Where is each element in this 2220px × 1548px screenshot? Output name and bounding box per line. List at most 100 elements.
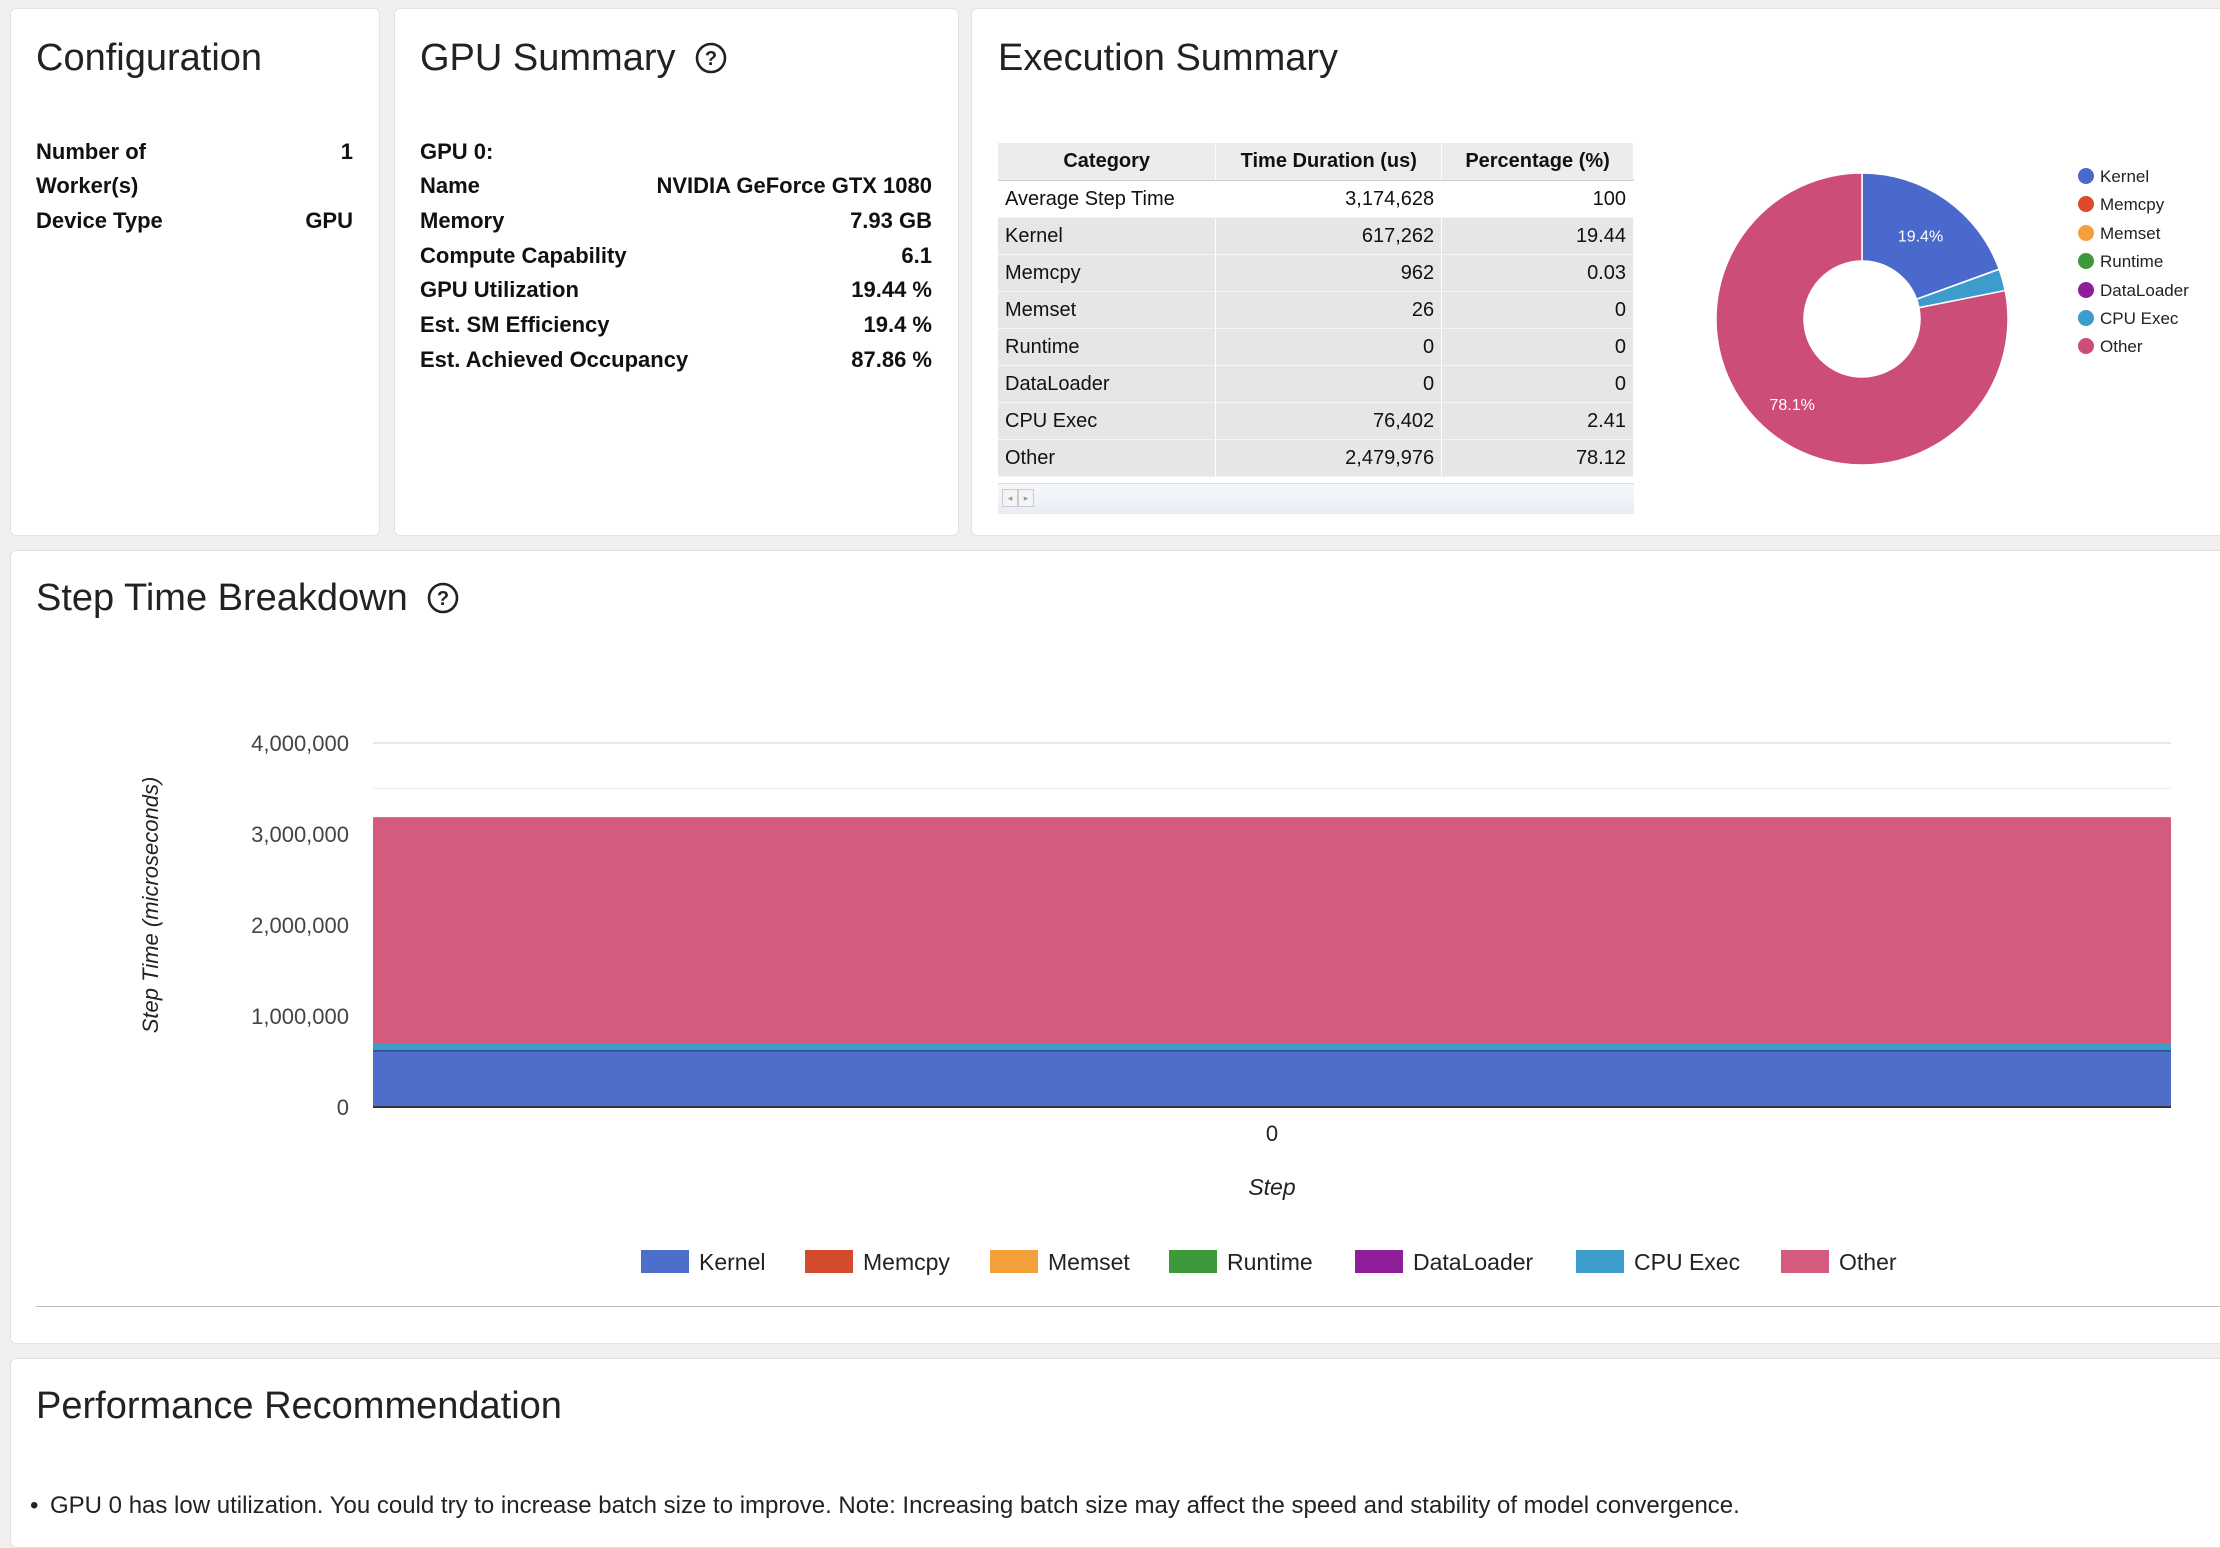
column-header-duration[interactable]: Time Duration (us) bbox=[1215, 143, 1443, 181]
table-cell: Runtime bbox=[998, 328, 1217, 366]
gpu-summary-title-row: GPU Summary ? bbox=[420, 37, 728, 80]
table-cell: 0 bbox=[1215, 328, 1443, 366]
legend-label: Runtime bbox=[1227, 1249, 1313, 1275]
area-kernel[interactable] bbox=[373, 1050, 2171, 1107]
table-cell: CPU Exec bbox=[998, 402, 1217, 440]
table-cell: 0 bbox=[1215, 365, 1443, 403]
legend-label: Other bbox=[1839, 1249, 1897, 1275]
pie-label: 78.1% bbox=[1770, 397, 1815, 414]
table-cell: 0.03 bbox=[1441, 254, 1634, 292]
gpu-value-compute: 6.1 bbox=[901, 243, 932, 268]
gpu-label-sm-efficiency: Est. SM Efficiency bbox=[420, 312, 610, 337]
area-cpu-exec[interactable] bbox=[373, 1043, 2171, 1051]
config-value-device-type: GPU bbox=[305, 208, 353, 233]
table-horizontal-scrollbar[interactable]: ◂ ▸ bbox=[998, 483, 1634, 514]
pie-legend-item[interactable]: Kernel bbox=[2078, 167, 2149, 187]
question-circle-icon[interactable]: ? bbox=[694, 41, 728, 75]
table-cell: 0 bbox=[1441, 291, 1634, 329]
legend-swatch bbox=[1169, 1250, 1217, 1274]
pie-legend-item[interactable]: Other bbox=[2078, 337, 2143, 357]
table-cell: 26 bbox=[1215, 291, 1443, 329]
x-axis-title: Step bbox=[1248, 1174, 1296, 1200]
gpu-label-compute: Compute Capability bbox=[420, 243, 627, 268]
table-cell: Memcpy bbox=[998, 254, 1217, 292]
legend-label: Memcpy bbox=[863, 1249, 950, 1275]
table-cell: DataLoader bbox=[998, 365, 1217, 403]
table-cell: 0 bbox=[1441, 365, 1634, 403]
scroll-right-button[interactable]: ▸ bbox=[1018, 489, 1034, 507]
y-axis-title: Step Time (microseconds) bbox=[138, 777, 163, 1034]
legend-dot bbox=[2078, 224, 2094, 241]
step-time-card: Step Time Breakdown ? 0 1,000,000 2,000,00… bbox=[10, 550, 2220, 1344]
y-tick-label: 0 bbox=[337, 1095, 349, 1120]
scroll-left-button[interactable]: ◂ bbox=[1002, 489, 1018, 507]
execution-summary-card: Execution Summary Category Time Duration… bbox=[971, 8, 2220, 536]
table-cell: 0 bbox=[1441, 328, 1634, 366]
table-cell: 78.12 bbox=[1441, 439, 1634, 477]
legend-dot bbox=[2078, 310, 2094, 327]
legend-label: CPU Exec bbox=[1634, 1249, 1741, 1275]
y-tick-label: 4,000,000 bbox=[251, 731, 349, 756]
legend-dot bbox=[2078, 253, 2094, 270]
x-tick-label: 0 bbox=[1266, 1121, 1278, 1146]
legend-swatch bbox=[1355, 1250, 1403, 1274]
step-time-title: Step Time Breakdown bbox=[36, 577, 408, 619]
table-cell: 617,262 bbox=[1215, 217, 1443, 255]
gpu-value-name: NVIDIA GeForce GTX 1080 bbox=[656, 173, 932, 198]
step-time-title-row: Step Time Breakdown ? bbox=[36, 577, 460, 620]
table-cell: 19.44 bbox=[1441, 217, 1634, 255]
table-cell: 3,174,628 bbox=[1215, 180, 1443, 218]
column-header-category[interactable]: Category bbox=[998, 143, 1217, 181]
execution-pie-chart[interactable]: 19.4% 78.1% bbox=[1702, 159, 2022, 479]
table-cell: 962 bbox=[1215, 254, 1443, 292]
config-label-device-type: Device Type bbox=[36, 208, 163, 233]
legend-label: Runtime bbox=[2100, 252, 2164, 272]
pie-legend-item[interactable]: Memset bbox=[2078, 224, 2160, 244]
gpu-summary-title: GPU Summary bbox=[420, 37, 676, 79]
config-label-workers-2: Worker(s) bbox=[36, 173, 139, 198]
table-row: DataLoader 0 0 bbox=[998, 365, 1634, 403]
y-tick-label: 1,000,000 bbox=[251, 1004, 349, 1029]
legend-label: DataLoader bbox=[1413, 1249, 1534, 1275]
svg-text:?: ? bbox=[705, 48, 717, 70]
configuration-card: Configuration Number of Worker(s) 1 Devi… bbox=[10, 8, 380, 536]
gpu-value-sm-efficiency: 19.4 % bbox=[863, 312, 933, 337]
step-time-chart[interactable]: 0 1,000,000 2,000,000 3,000,000 4,000,000 0 St… bbox=[11, 671, 2211, 1271]
pie-legend-item[interactable]: Memcpy bbox=[2078, 195, 2164, 215]
legend-label: Other bbox=[2100, 337, 2143, 357]
legend-label: Memset bbox=[1048, 1249, 1130, 1275]
legend-dot bbox=[2078, 168, 2094, 185]
legend-dot bbox=[2078, 196, 2094, 213]
gpu-summary-card: GPU Summary ? GPU 0: Name NVIDIA GeForce… bbox=[394, 8, 959, 536]
legend-item-cpu-exec[interactable]: CPU Exec bbox=[1576, 1249, 1740, 1276]
pie-legend-item[interactable]: Runtime bbox=[2078, 252, 2163, 272]
legend-item-memset[interactable]: Memset bbox=[990, 1249, 1130, 1276]
legend-item-other[interactable]: Other bbox=[1781, 1249, 1897, 1276]
table-cell: 76,402 bbox=[1215, 402, 1443, 440]
legend-swatch bbox=[990, 1250, 1038, 1274]
question-circle-icon[interactable]: ? bbox=[426, 581, 460, 615]
config-value-workers: 1 bbox=[340, 139, 353, 164]
table-row: Memset 26 0 bbox=[998, 291, 1634, 329]
column-header-percentage[interactable]: Percentage (%) bbox=[1441, 143, 1634, 181]
execution-summary-title: Execution Summary bbox=[998, 37, 1339, 79]
pie-legend-item[interactable]: CPU Exec bbox=[2078, 309, 2178, 329]
pie-legend-item[interactable]: DataLoader bbox=[2078, 281, 2189, 301]
gpu-label-memory: Memory bbox=[420, 208, 505, 233]
table-cell: Average Step Time bbox=[998, 180, 1217, 218]
legend-item-dataloader[interactable]: DataLoader bbox=[1355, 1249, 1533, 1276]
svg-text:?: ? bbox=[437, 588, 449, 610]
table-cell: Kernel bbox=[998, 217, 1217, 255]
gpu-label-name: Name bbox=[420, 173, 480, 198]
legend-label: DataLoader bbox=[2100, 280, 2189, 300]
legend-item-memcpy[interactable]: Memcpy bbox=[805, 1249, 950, 1276]
area-other[interactable] bbox=[373, 818, 2171, 1044]
execution-table: Category Time Duration (us) Percentage (… bbox=[998, 143, 1634, 477]
table-row: Kernel 617,262 19.44 bbox=[998, 217, 1634, 255]
performance-title: Performance Recommendation bbox=[36, 1385, 562, 1427]
table-cell: Other bbox=[998, 439, 1217, 477]
legend-dot bbox=[2078, 281, 2094, 298]
legend-item-runtime[interactable]: Runtime bbox=[1169, 1249, 1313, 1276]
legend-item-kernel[interactable]: Kernel bbox=[641, 1249, 765, 1276]
table-cell: Memset bbox=[998, 291, 1217, 329]
